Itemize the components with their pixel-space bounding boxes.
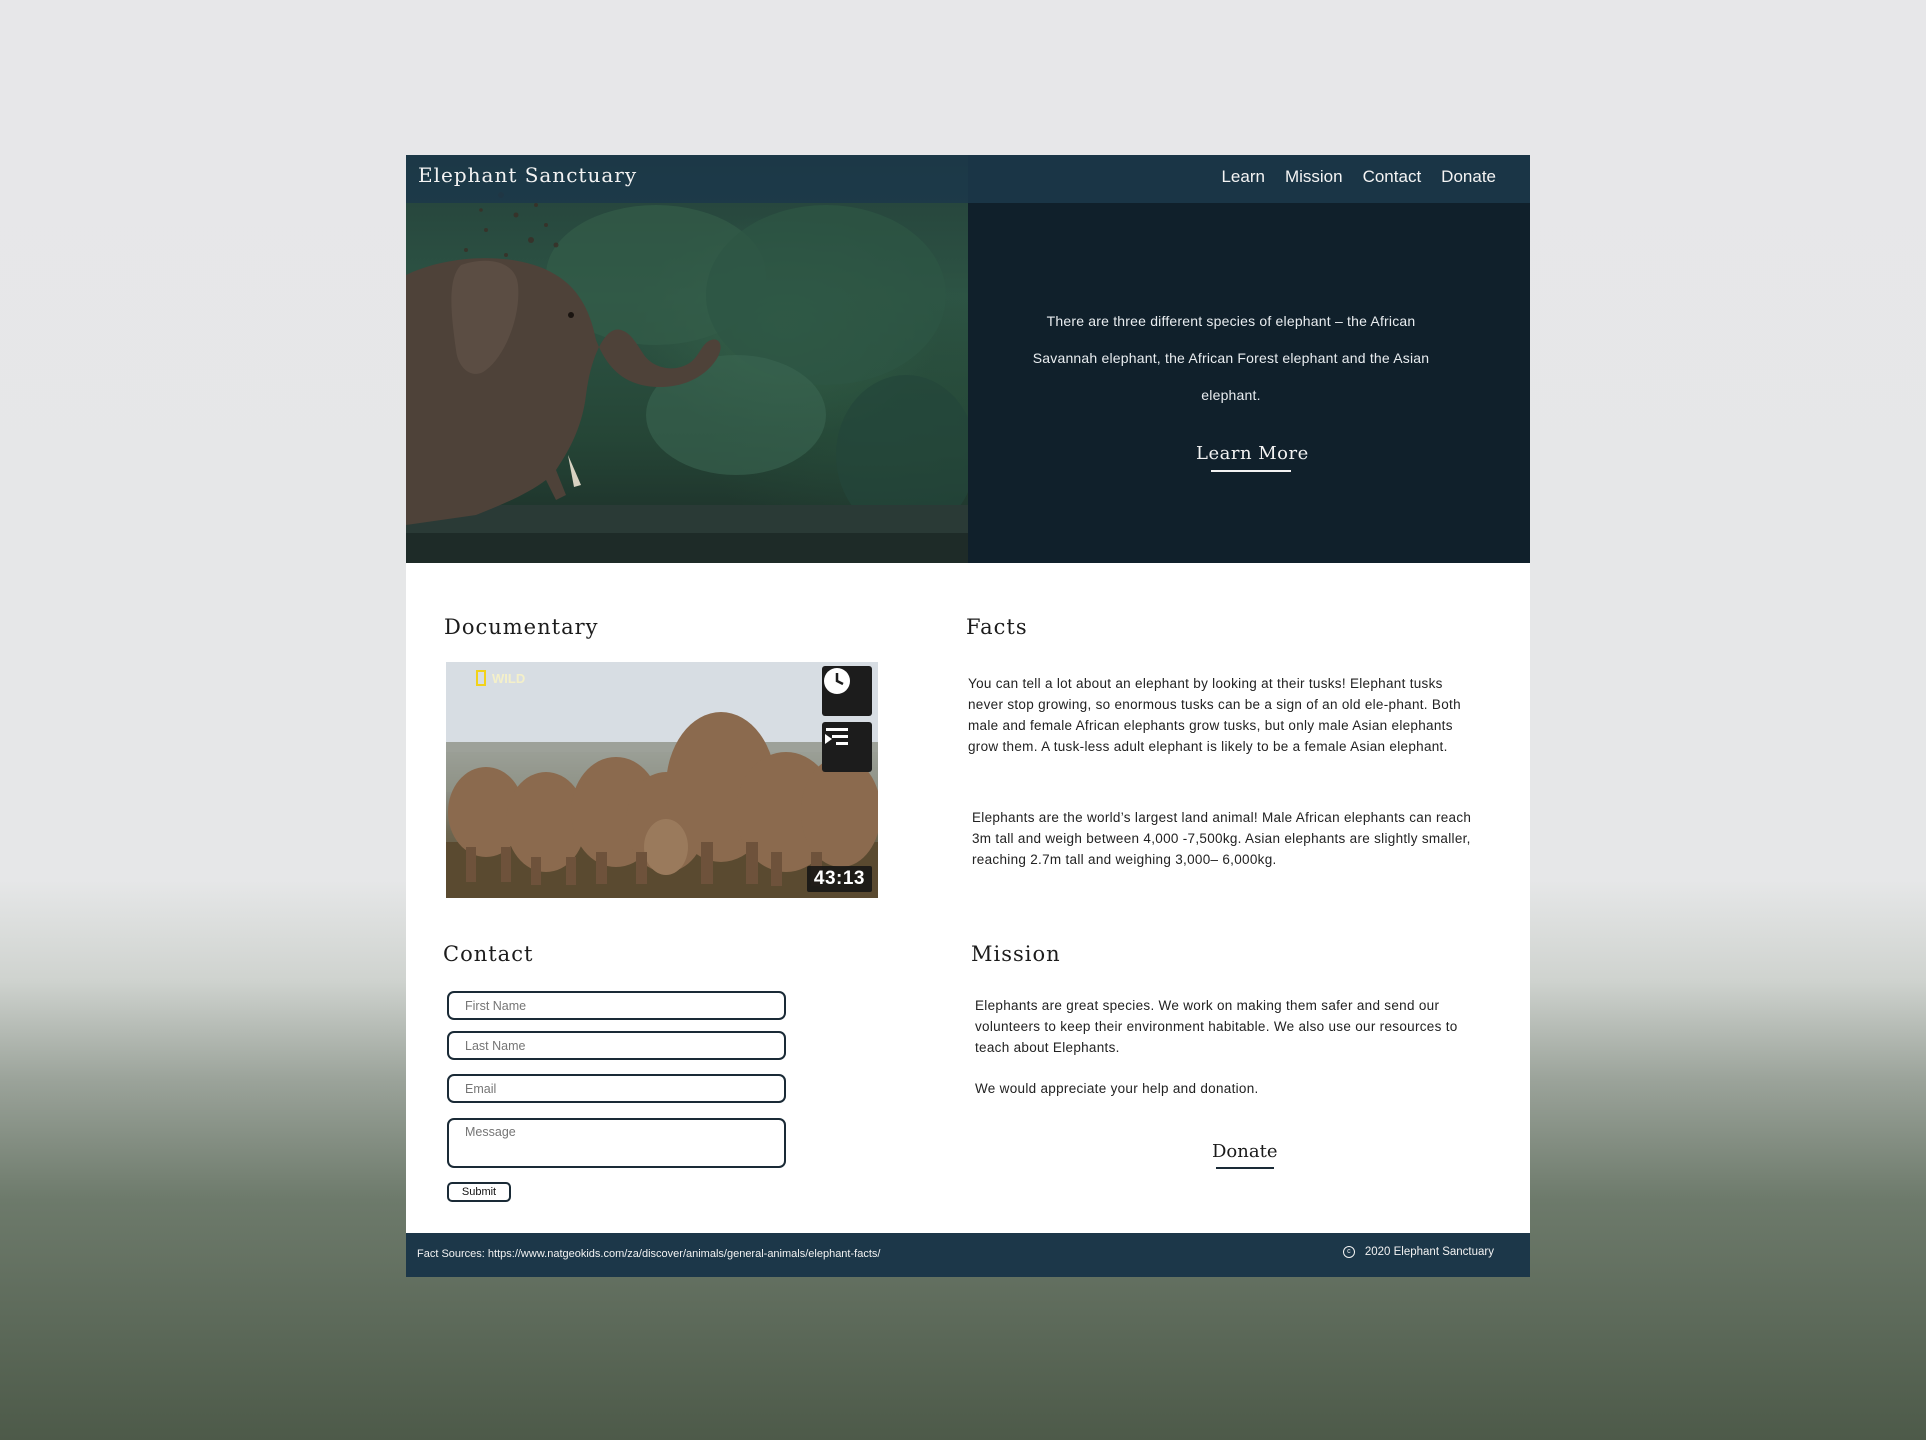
add-to-queue-icon xyxy=(825,728,848,745)
nav-learn[interactable]: Learn xyxy=(1221,167,1264,187)
watch-later-button[interactable] xyxy=(822,666,872,716)
nav-mission[interactable]: Mission xyxy=(1285,167,1343,187)
page: Elephant Sanctuary Learn Mission Contact… xyxy=(406,155,1530,1277)
documentary-heading: Documentary xyxy=(444,615,599,639)
copyright: c 2020 Elephant Sanctuary xyxy=(1342,1246,1494,1258)
facts-paragraph-2: Elephants are the world’s largest land a… xyxy=(972,810,1472,867)
mission-paragraph-2: We would appreciate your help and donati… xyxy=(975,1081,1259,1096)
donate-underline xyxy=(1216,1167,1274,1169)
video-channel-logo: WILD xyxy=(492,671,526,686)
brand-logo[interactable]: Elephant Sanctuary xyxy=(418,163,637,187)
submit-button[interactable]: Submit xyxy=(447,1182,511,1202)
facts-paragraph-1: You can tell a lot about an elephant by … xyxy=(968,676,1461,754)
first-name-input[interactable] xyxy=(447,991,786,1020)
nav-contact[interactable]: Contact xyxy=(1363,167,1422,187)
hero-description: There are three different species of ele… xyxy=(1032,313,1430,403)
contact-heading: Contact xyxy=(443,942,534,966)
fact-sources[interactable]: Fact Sources: https://www.natgeokids.com… xyxy=(417,1248,880,1260)
documentary-video[interactable]: WILD 43:13 xyxy=(446,662,878,898)
email-input[interactable] xyxy=(447,1074,786,1103)
last-name-input[interactable] xyxy=(447,1031,786,1060)
facts-heading: Facts xyxy=(966,615,1028,639)
mission-heading: Mission xyxy=(971,942,1061,966)
add-to-queue-button[interactable] xyxy=(822,722,872,772)
nav-donate[interactable]: Donate xyxy=(1441,167,1496,187)
donate-link[interactable]: Donate xyxy=(1212,1141,1277,1162)
message-textarea[interactable] xyxy=(447,1118,786,1168)
watch-later-icon xyxy=(824,668,850,694)
natgeo-logo-icon xyxy=(476,670,486,686)
footer: Fact Sources: https://www.natgeokids.com… xyxy=(406,1233,1530,1277)
video-duration: 43:13 xyxy=(806,866,872,892)
mission-paragraph-1: Elephants are great species. We work on … xyxy=(975,998,1458,1055)
learn-more-underline xyxy=(1211,470,1291,472)
copyright-text: 2020 Elephant Sanctuary xyxy=(1364,1246,1494,1258)
copyright-icon: c xyxy=(1342,1246,1355,1258)
hero-elephant-image xyxy=(406,155,968,563)
main-nav: Learn Mission Contact Donate xyxy=(1221,167,1496,187)
hero: Elephant Sanctuary Learn Mission Contact… xyxy=(406,155,1530,563)
learn-more-link[interactable]: Learn More xyxy=(1196,443,1309,464)
